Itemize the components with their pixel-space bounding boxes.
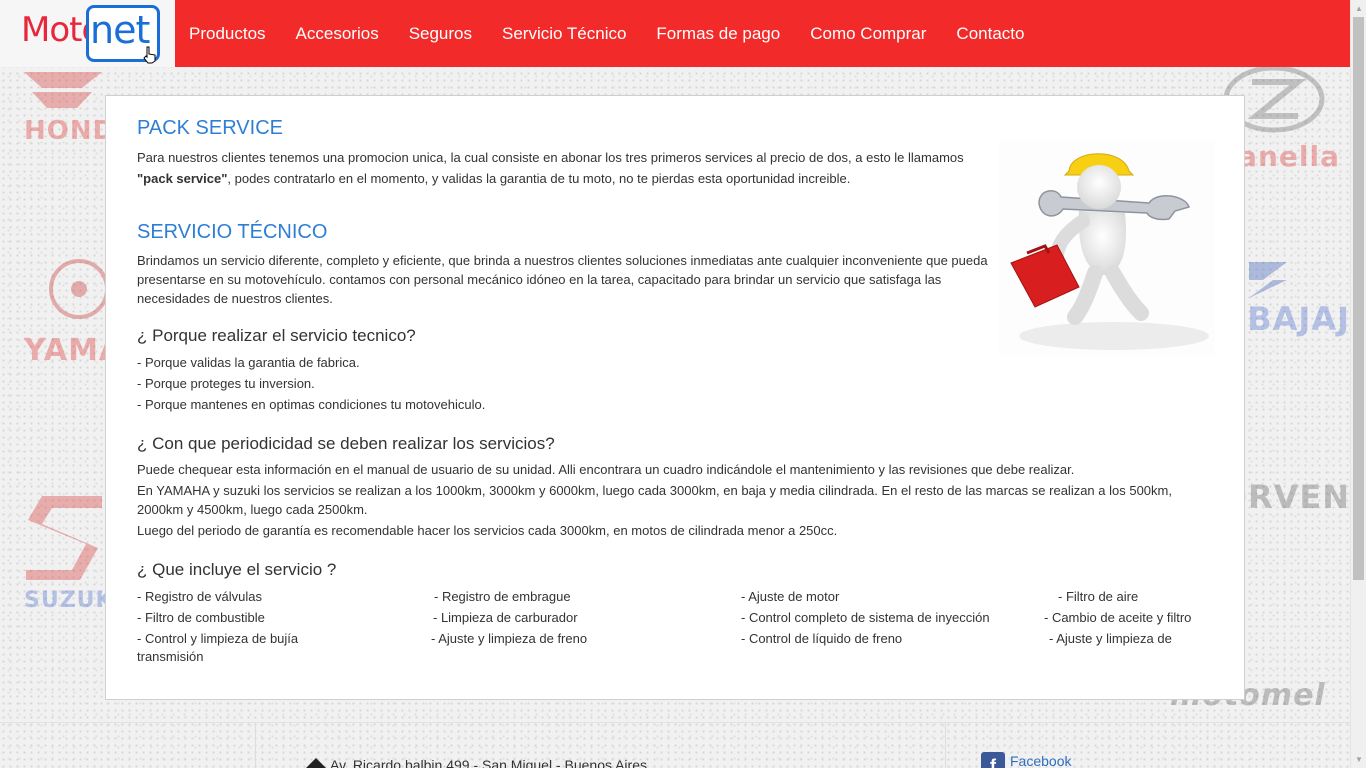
facebook-icon[interactable]: f <box>981 752 1005 768</box>
home-icon <box>306 758 326 768</box>
periodicity-line-3: 2000km y 4500km, luego cada 2500km. <box>137 502 368 517</box>
scroll-up-arrow-icon[interactable]: ▲ <box>1351 0 1366 17</box>
why-title: ¿ Porque realizar el servicio tecnico? <box>137 326 416 345</box>
main-menu: Productos Accesorios Seguros Servicio Té… <box>175 0 1039 67</box>
footer-column-divider <box>945 723 946 768</box>
mechanic-figure-illustration <box>999 141 1215 356</box>
why-item: - Porque mantenes en optimas condiciones… <box>137 397 486 412</box>
includes-title: ¿ Que incluye el servicio ? <box>137 560 337 579</box>
watermark-suzuki: SUZUKI <box>24 588 106 613</box>
nav-servicio-tecnico[interactable]: Servicio Técnico <box>487 0 641 67</box>
footer-column-divider <box>255 723 256 768</box>
includes-item: - Filtro de aire <box>1058 589 1139 604</box>
service-line-2: presentarse en su motovehículo. contamos… <box>137 272 942 287</box>
periodicity-line-4: Luego del periodo de garantía es recomen… <box>137 523 838 538</box>
nav-productos[interactable]: Productos <box>175 0 281 67</box>
scroll-down-arrow-icon[interactable]: ▼ <box>1351 751 1366 768</box>
includes-item: - Limpieza de carburador <box>433 610 578 625</box>
honda-wing-icon <box>24 72 102 108</box>
pack-text-bold: "pack service" <box>137 171 228 186</box>
why-item: - Porque validas la garantia de fabrica. <box>137 355 360 370</box>
pack-service-text: Para nuestros clientes tenemos una promo… <box>137 147 997 189</box>
periodicity-text: Puede chequear esta información en el ma… <box>137 460 1217 540</box>
page-scrollbar[interactable]: ▲ ▼ <box>1350 0 1366 768</box>
service-line-1: Brindamos un servicio diferente, complet… <box>137 253 988 268</box>
hand-cursor-icon <box>143 46 156 64</box>
nav-como-comprar[interactable]: Como Comprar <box>795 0 941 67</box>
watermark-yamaha: YAMAHA <box>24 333 106 368</box>
includes-item: - Control y limpieza de bujía <box>137 631 299 646</box>
includes-item: - Cambio de aceite y filtro <box>1044 610 1192 625</box>
service-line-3: necesidades de nuestros clientes. <box>137 291 333 306</box>
includes-item: - Control completo de sistema de inyecci… <box>741 610 990 625</box>
footer-divider <box>0 722 1350 723</box>
includes-item: - Filtro de combustible <box>137 610 265 625</box>
pack-service-title: PACK SERVICE <box>137 117 283 139</box>
nav-formas-de-pago[interactable]: Formas de pago <box>641 0 795 67</box>
servicio-tecnico-title: SERVICIO TÉCNICO <box>137 221 328 243</box>
bajaj-mark-icon <box>1249 262 1287 298</box>
content-panel: PACK SERVICE Para nuestros clientes tene… <box>105 95 1245 700</box>
yamaha-tuning-fork-icon <box>49 259 109 319</box>
servicio-tecnico-text: Brindamos un servicio diferente, complet… <box>137 251 1007 308</box>
includes-item: - Registro de embrague <box>434 589 571 604</box>
suzuki-s-icon <box>26 496 102 580</box>
periodicity-line-1: Puede chequear esta información en el ma… <box>137 462 1075 477</box>
facebook-link[interactable]: Facebook <box>1010 753 1071 768</box>
site-logo[interactable]: Moto net <box>0 0 175 67</box>
pack-text-part-2: , podes contratarlo en el momento, y val… <box>227 171 851 186</box>
includes-item: - Ajuste y limpieza de freno <box>431 631 588 646</box>
includes-item: - Ajuste y limpieza de <box>1049 631 1172 646</box>
top-navbar: Moto net Productos Accesorios Seguros Se… <box>0 0 1350 67</box>
includes-item: - Registro de válvulas <box>137 589 262 604</box>
includes-item-wrap: transmisión <box>137 649 204 664</box>
includes-item: - Control de líquido de freno <box>741 631 903 646</box>
nav-seguros[interactable]: Seguros <box>394 0 487 67</box>
periodicity-line-2: En YAMAHA y suzuki los servicios se real… <box>137 483 1172 498</box>
pack-text-part-1: Para nuestros clientes tenemos una promo… <box>137 150 964 165</box>
logo-text-net: net <box>90 8 150 52</box>
includes-item: - Ajuste de motor <box>741 589 840 604</box>
footer-address: Av. Ricardo balbin 499 - San Miguel - Bu… <box>330 757 647 768</box>
scrollbar-thumb[interactable] <box>1353 17 1364 580</box>
periodicity-title: ¿ Con que periodicidad se deben realizar… <box>137 434 555 453</box>
why-item: - Porque proteges tu inversion. <box>137 376 315 391</box>
nav-accesorios[interactable]: Accesorios <box>281 0 394 67</box>
nav-contacto[interactable]: Contacto <box>941 0 1039 67</box>
